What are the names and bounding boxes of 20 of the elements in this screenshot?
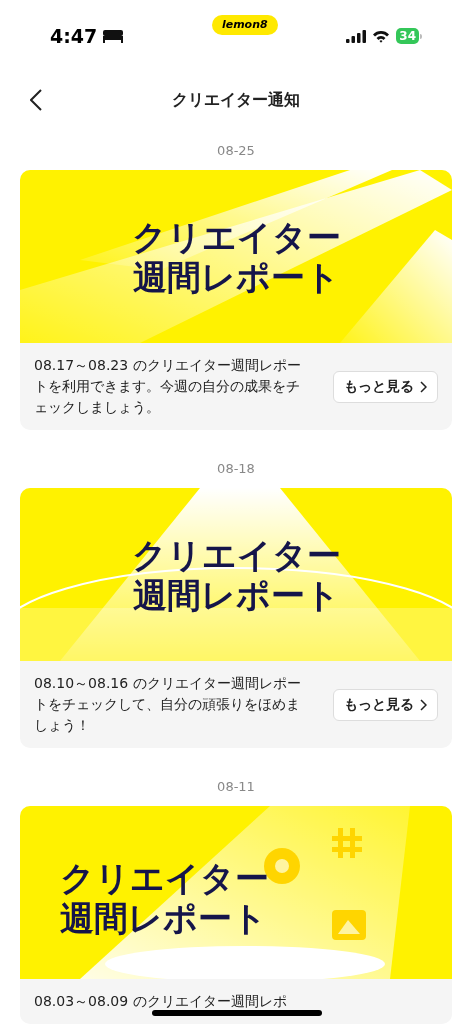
notification-text: 08.03～08.09 のクリエイター週間レポ — [34, 992, 288, 1011]
notification-card[interactable]: クリエイター 週間レポート 08.17～08.23 のクリエイター週間レポートを利用できます。今週の自分の成果をチェックしましょう。 もっと見る — [20, 170, 452, 430]
banner-title: クリエイター 週間レポート — [131, 216, 341, 297]
app-badge: lemon8 — [211, 14, 278, 36]
more-button[interactable]: もっと見る — [333, 370, 438, 403]
notification-text: 08.10～08.16 のクリエイター週間レポートをチェックして、自分の頑張りをほめましょう！ — [34, 674, 302, 735]
wifi-icon — [372, 29, 391, 43]
battery-icon: 34 — [396, 28, 422, 44]
date-label: 08-11 — [217, 778, 255, 796]
signal-icon — [346, 29, 367, 43]
back-icon — [30, 89, 42, 111]
date-label: 08-25 — [217, 142, 255, 160]
chevron-right-icon — [420, 698, 427, 711]
page-title: クリエイター通知 — [172, 89, 300, 111]
date-label: 08-18 — [217, 460, 255, 478]
more-button[interactable]: もっと見る — [333, 688, 438, 721]
chevron-right-icon — [420, 380, 427, 393]
bed-icon — [103, 29, 124, 43]
status-time: 4:47 — [50, 23, 98, 49]
notification-text: 08.17～08.23 のクリエイター週間レポートを利用できます。今週の自分の成果をチェックしましょう。 — [34, 356, 302, 417]
